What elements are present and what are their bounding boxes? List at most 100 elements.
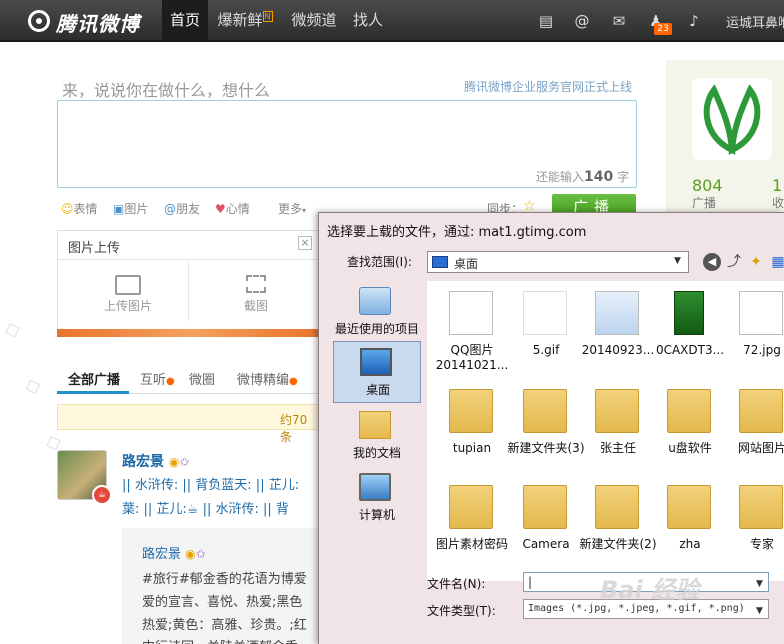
mail-icon[interactable]: ✉ (609, 11, 629, 31)
tool-image-label: 图片 (124, 202, 149, 216)
image-icon: ▣ (113, 202, 125, 216)
username-link[interactable]: 运城耳鼻喉 (726, 12, 784, 31)
place-documents[interactable]: 我的文档 (333, 405, 421, 467)
sound-icon[interactable]: ♪ (684, 11, 704, 31)
nav-tab-hot[interactable]: 爆新鲜 N (215, 0, 275, 40)
chevron-down-icon[interactable]: ▼ (756, 575, 763, 593)
folder-item[interactable]: 图片素材密码 (436, 481, 508, 571)
mention-icon[interactable]: @ (572, 11, 592, 31)
tool-image[interactable]: ▣图片 (113, 200, 148, 217)
enterprise-service-link[interactable]: 腾讯微博企业服务官网正式上线 (464, 78, 632, 95)
place-desktop[interactable]: 桌面 (333, 341, 421, 403)
profile-side-panel: 804 广播 1 收 (666, 60, 784, 220)
nav-tab-channels[interactable]: 微频道 (286, 0, 342, 40)
folder-item[interactable]: Camera (511, 481, 581, 571)
repost-text-line: 中行诗回，关陆关酒郁金香 (142, 636, 298, 644)
tool-friend[interactable]: @朋友 (164, 200, 200, 217)
post-text-line: 葉: || 芷儿:☕ || 水浒传: || 背 (122, 502, 289, 517)
logo-mark-icon (28, 10, 50, 32)
feed-icon[interactable]: ▤ (536, 11, 556, 31)
remaining-chars: 还能输入140 字 (536, 168, 629, 185)
cup-icon: ☕ (92, 485, 112, 505)
folder-icon (449, 485, 493, 529)
tencent-weibo-logo[interactable]: 腾讯微博 (28, 8, 158, 36)
folder-icon (449, 389, 493, 433)
tab-curated[interactable]: 微博精编● (237, 369, 298, 388)
monitor-icon (115, 275, 141, 295)
file-item[interactable]: 72.jpg (727, 287, 784, 377)
place-recent[interactable]: 最近使用的项目 (333, 281, 421, 343)
tab-all-broadcasts[interactable]: 全部广播 (68, 369, 120, 388)
tool-mood[interactable]: ♥心情 (215, 200, 250, 217)
broadcast-count[interactable]: 804 (692, 176, 723, 195)
folder-item[interactable]: 张主任 (583, 385, 653, 475)
up-folder-icon[interactable]: ⤴ (725, 253, 743, 271)
back-icon[interactable]: ◀ (703, 253, 721, 271)
folder-item-label: 专家 (749, 537, 774, 551)
tool-more-label: 更多 (278, 202, 303, 216)
recent-items-icon (359, 287, 391, 315)
level-icon: ◉ (185, 547, 196, 561)
tab-mutual-label: 互听 (140, 373, 167, 388)
file-item[interactable]: 5.gif (511, 287, 581, 377)
new-dot-icon: ● (289, 376, 298, 387)
repost-text-line: 热爱;黄色：高雅、珍贵。;红 (142, 618, 307, 633)
folder-item[interactable]: 专家 (727, 481, 784, 571)
repost-author[interactable]: 路宏景 ◉✩ (142, 543, 206, 562)
new-dot-icon: ● (166, 376, 175, 387)
screenshot-label: 截图 (243, 299, 268, 313)
folder-item[interactable]: 新建文件夹(3) (508, 385, 585, 475)
orange-divider-bar (57, 329, 319, 337)
tool-friend-label: 朋友 (176, 202, 201, 216)
look-in-select[interactable]: 桌面 ▼ (427, 251, 689, 273)
folder-item-label: tupian (452, 441, 492, 455)
new-posts-notice[interactable]: 约70条 (57, 404, 319, 444)
file-upload-dialog: 选择要上载的文件，通过: mat1.gtimg.com 查找范围(I): 桌面 … (318, 212, 784, 644)
folder-item[interactable]: zha (655, 481, 725, 571)
composer-prompt: 来，说说你在做什么，想什么 (62, 81, 271, 100)
post-author[interactable]: 路宏景 ◉✩ (122, 451, 189, 471)
notification-count-badge: 23 (654, 23, 672, 35)
leaf-logo-icon (739, 291, 783, 335)
new-folder-icon[interactable]: ✦ (747, 253, 765, 271)
tab-circle[interactable]: 微圈 (189, 369, 215, 388)
at-icon: @ (164, 202, 176, 216)
close-icon[interactable]: × (298, 236, 312, 250)
tool-emoticon-label: 表情 (73, 202, 98, 216)
folder-icon (523, 485, 567, 529)
folder-item-label: 新建文件夹(3) (507, 441, 585, 455)
tab-mutual[interactable]: 互听● (140, 369, 175, 388)
file-item-label: 0CAXDT3... (655, 343, 725, 357)
listener-count[interactable]: 1 (772, 176, 782, 195)
folder-item[interactable]: 新建文件夹(2) (580, 481, 657, 571)
repost-text-line: 爱的宣言、喜悦、热爱;黑色 (142, 595, 303, 610)
folder-item[interactable]: 网站图片 (727, 385, 784, 475)
file-item[interactable]: 20140923... (582, 287, 654, 377)
upload-panel-vdivider (188, 261, 189, 321)
place-recent-label: 最近使用的项目 (334, 322, 419, 336)
avatar[interactable]: ☕ (57, 450, 112, 505)
nav-tab-home[interactable]: 首页 (162, 0, 208, 40)
view-menu-icon[interactable]: ▦ (769, 253, 784, 271)
top-navigation-bar: 腾讯微博 首页 爆新鲜N 微频道 找人 ▤ @ ✉ ♟ 23 ♪ 运城耳鼻喉 (0, 0, 784, 42)
file-item[interactable]: 0CAXDT3... (655, 287, 725, 377)
tool-emoticon[interactable]: ☺表情 (61, 200, 98, 217)
folder-item-label: 张主任 (599, 441, 636, 455)
file-item[interactable]: QQ图片20141021... (436, 287, 508, 377)
folder-icon (739, 485, 783, 529)
profile-logo[interactable] (692, 78, 772, 160)
file-list: QQ图片20141021... 5.gif 20140923... 0CAXDT… (427, 281, 784, 581)
place-computer[interactable]: 计算机 (333, 467, 421, 529)
folder-item[interactable]: u盘软件 (655, 385, 725, 475)
folder-item[interactable]: tupian (437, 385, 507, 475)
new-badge: N (262, 11, 273, 22)
folder-item-label: u盘软件 (668, 441, 712, 455)
repost-author-name: 路宏景 (142, 547, 182, 562)
desktop-icon (360, 348, 392, 376)
nav-tab-find-people[interactable]: 找人 (350, 0, 386, 40)
tool-more[interactable]: 更多▾ (278, 200, 306, 217)
places-bar: 最近使用的项目 桌面 我的文档 计算机 (333, 281, 421, 522)
look-in-label: 查找范围(I): (347, 255, 412, 269)
remaining-count: 140 (584, 169, 614, 185)
star-badge-icon: ✩ (179, 455, 190, 469)
